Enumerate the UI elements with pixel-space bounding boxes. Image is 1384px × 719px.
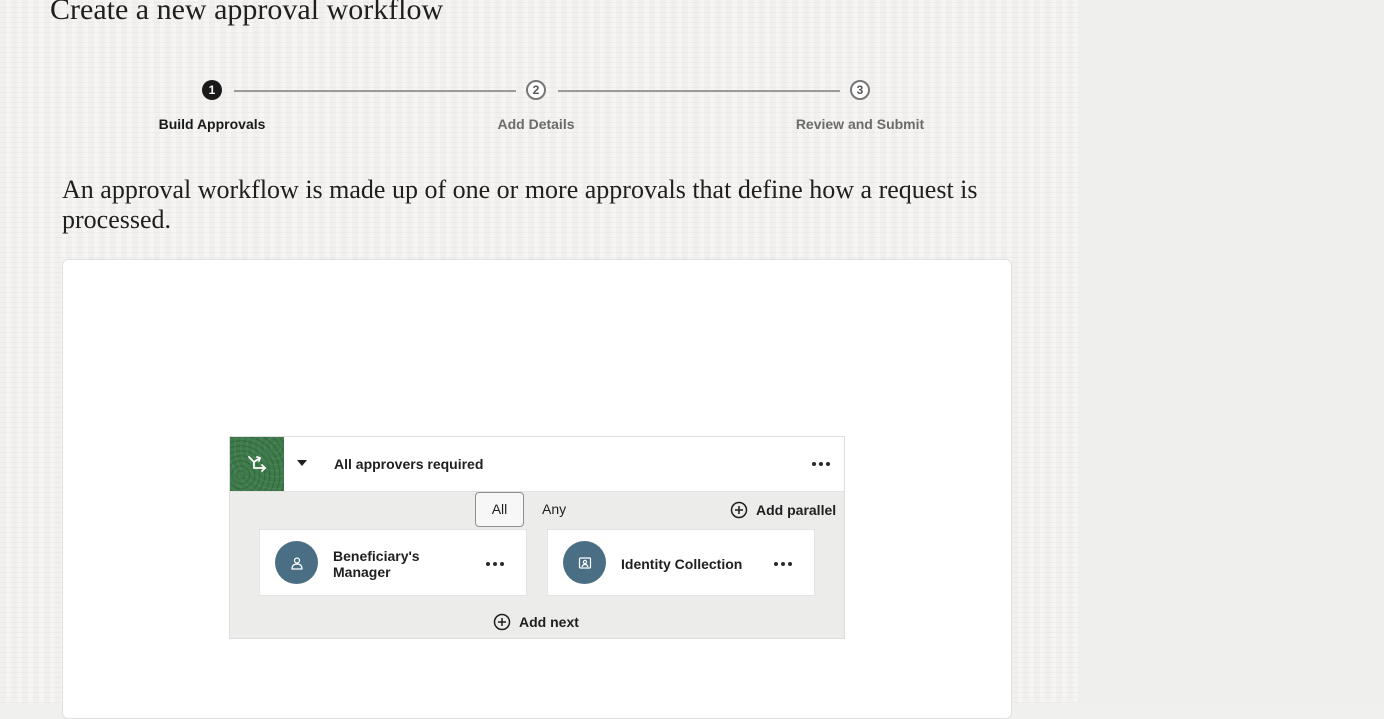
workflow-branch-icon <box>230 437 284 491</box>
group-more-icon[interactable] <box>812 462 830 466</box>
add-next-button[interactable]: Add next <box>493 613 579 631</box>
plus-circle-icon <box>493 613 511 631</box>
stepper-connector <box>558 90 840 92</box>
step-1-label[interactable]: Build Approvals <box>112 116 312 132</box>
step-2-label[interactable]: Add Details <box>436 116 636 132</box>
caret-down-icon[interactable] <box>296 457 308 469</box>
mode-any-button[interactable]: Any <box>542 501 566 517</box>
right-panel <box>1078 0 1384 703</box>
approval-group-header: All approvers required <box>230 437 844 492</box>
main-area: Create a new approval workflow 1 2 3 Bui… <box>0 0 1078 719</box>
approval-group: All approvers required All Any Add paral… <box>229 436 845 639</box>
add-parallel-button[interactable]: Add parallel <box>730 501 836 519</box>
approver-card[interactable]: Identity Collection <box>547 529 815 596</box>
approver-card[interactable]: Beneficiary's Manager <box>259 529 527 596</box>
approver-more-icon[interactable] <box>486 562 504 566</box>
add-next-label: Add next <box>519 614 579 630</box>
approver-label: Beneficiary's Manager <box>333 548 420 580</box>
page-title: Create a new approval workflow <box>50 0 444 26</box>
approver-more-icon[interactable] <box>774 562 792 566</box>
step-3-indicator[interactable]: 3 <box>850 80 870 100</box>
id-card-icon <box>563 541 606 584</box>
mode-all-button[interactable]: All <box>475 492 524 527</box>
step-3-label[interactable]: Review and Submit <box>760 116 960 132</box>
add-parallel-label: Add parallel <box>756 502 837 518</box>
approver-label: Identity Collection <box>621 556 743 572</box>
approval-group-title: All approvers required <box>334 456 484 472</box>
step-1-indicator[interactable]: 1 <box>202 80 222 100</box>
stepper-connector <box>234 90 516 92</box>
person-icon <box>275 541 318 584</box>
step-2-indicator[interactable]: 2 <box>526 80 546 100</box>
intro-text: An approval workflow is made up of one o… <box>62 175 978 234</box>
plus-circle-icon <box>730 501 748 519</box>
